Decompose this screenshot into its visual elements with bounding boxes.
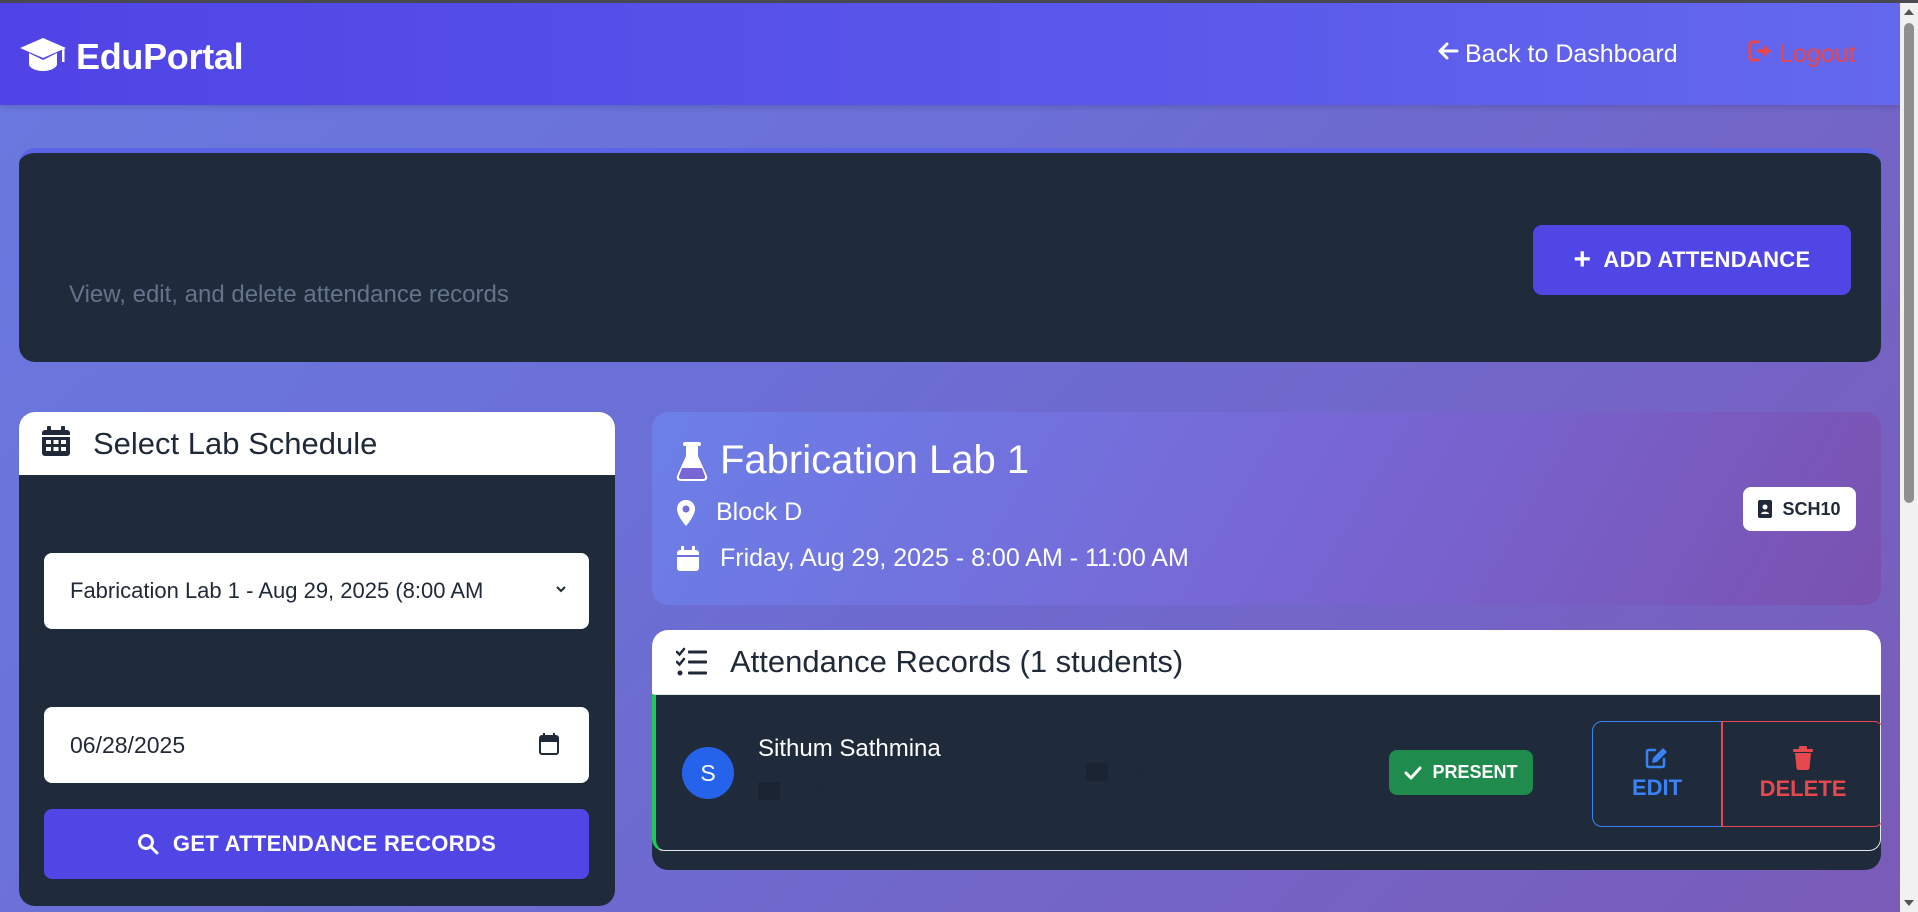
sign-out-icon — [1748, 39, 1779, 70]
student-email-text: sathmina@gmail.com — [1120, 760, 1323, 783]
logout-link[interactable]: Logout — [1748, 39, 1855, 70]
lab-datetime-text: Friday, Aug 29, 2025 - 8:00 AM - 11:00 A… — [720, 544, 1189, 572]
schedule-panel-title: Select Lab Schedule — [93, 425, 378, 461]
logout-label: Logout — [1779, 40, 1856, 68]
attendance-records-title: Attendance Records (1 students) — [730, 644, 1184, 679]
page-subtitle: View, edit, and delete attendance record… — [69, 281, 509, 308]
check-icon — [1404, 766, 1422, 779]
edit-button[interactable]: EDIT — [1592, 721, 1722, 827]
lab-schedule-select[interactable]: Fabrication Lab 1 - Aug 29, 2025 (8:00 A… — [44, 553, 589, 629]
edit-label: EDIT — [1631, 775, 1683, 800]
lab-name: Fabrication Lab 1 — [720, 438, 1030, 482]
calendar-icon — [41, 425, 71, 462]
calendar-icon — [677, 545, 699, 571]
student-email: sathmina@gmail.com — [1086, 760, 1322, 784]
scrollbar-thumb[interactable] — [1904, 23, 1914, 503]
date-input-value: 06/28/2025 — [70, 731, 186, 758]
brand-name: EduPortal — [76, 35, 244, 77]
navbar: EduPortal Back to Dashboard Logout — [0, 3, 1900, 105]
delete-label: DELETE — [1759, 776, 1847, 801]
student-name: Sithum Sathmina — [758, 735, 941, 762]
back-to-dashboard-link[interactable]: Back to Dashboard — [1436, 39, 1678, 70]
schedule-code-badge: SCH10 — [1743, 487, 1856, 531]
vertical-scrollbar[interactable] — [1900, 3, 1918, 912]
attendance-records-card: Attendance Records (1 students) S Sithum… — [652, 630, 1881, 870]
schedule-code: SCH10 — [1782, 498, 1841, 519]
lab-schedule-selected-value: Fabrication Lab 1 - Aug 29, 2025 (8:00 A… — [70, 578, 484, 603]
lab-info-card: Fabrication Lab 1 Block D Friday, Aug 29… — [652, 412, 1881, 605]
id-card-icon — [758, 781, 780, 800]
attendance-records-header: Attendance Records (1 students) — [652, 630, 1881, 694]
avatar: S — [682, 747, 734, 799]
delete-button[interactable]: DELETE — [1722, 721, 1881, 827]
search-icon — [137, 834, 159, 855]
add-attendance-button[interactable]: + ADD ATTENDANCE — [1533, 225, 1851, 295]
back-to-dashboard-label: Back to Dashboard — [1465, 40, 1678, 68]
flask-icon — [676, 441, 708, 481]
get-attendance-records-button[interactable]: GET ATTENDANCE RECORDS — [44, 809, 589, 879]
scroll-down-arrow-icon[interactable] — [1904, 900, 1914, 906]
envelope-icon — [1086, 763, 1108, 781]
page-header-card: View, edit, and delete attendance record… — [19, 148, 1881, 362]
plus-icon: + — [1573, 243, 1592, 276]
attendance-record-row: S Sithum Sathmina S002 sathmina@gmail.co… — [652, 694, 1881, 851]
lab-location-text: Block D — [716, 498, 803, 526]
add-attendance-label: ADD ATTENDANCE — [1603, 247, 1811, 272]
chevron-down-icon — [556, 586, 566, 593]
arrow-left-icon — [1436, 39, 1465, 70]
status-text: PRESENT — [1432, 762, 1518, 782]
lab-location: Block D — [676, 498, 802, 527]
brand[interactable]: EduPortal — [18, 34, 244, 79]
status-badge: PRESENT — [1389, 750, 1533, 795]
schedule-panel-header: Select Lab Schedule — [19, 412, 615, 475]
calendar-picker-icon[interactable] — [539, 733, 559, 755]
date-input[interactable]: 06/28/2025 — [44, 707, 589, 783]
edit-icon — [1645, 748, 1667, 769]
student-id-text: S002 — [796, 779, 843, 801]
checklist-icon — [676, 647, 707, 676]
schedule-panel: Select Lab Schedule Fabrication Lab 1 - … — [19, 412, 615, 906]
lab-title: Fabrication Lab 1 — [676, 438, 1029, 483]
id-badge-icon — [1758, 500, 1773, 518]
get-attendance-records-label: GET ATTENDANCE RECORDS — [172, 831, 497, 856]
graduation-cap-icon — [18, 34, 68, 79]
map-pin-icon — [677, 499, 695, 526]
student-id: S002 — [758, 779, 843, 802]
scroll-up-arrow-icon[interactable] — [1904, 9, 1914, 15]
lab-datetime: Friday, Aug 29, 2025 - 8:00 AM - 11:00 A… — [676, 544, 1189, 573]
trash-icon — [1793, 746, 1813, 770]
